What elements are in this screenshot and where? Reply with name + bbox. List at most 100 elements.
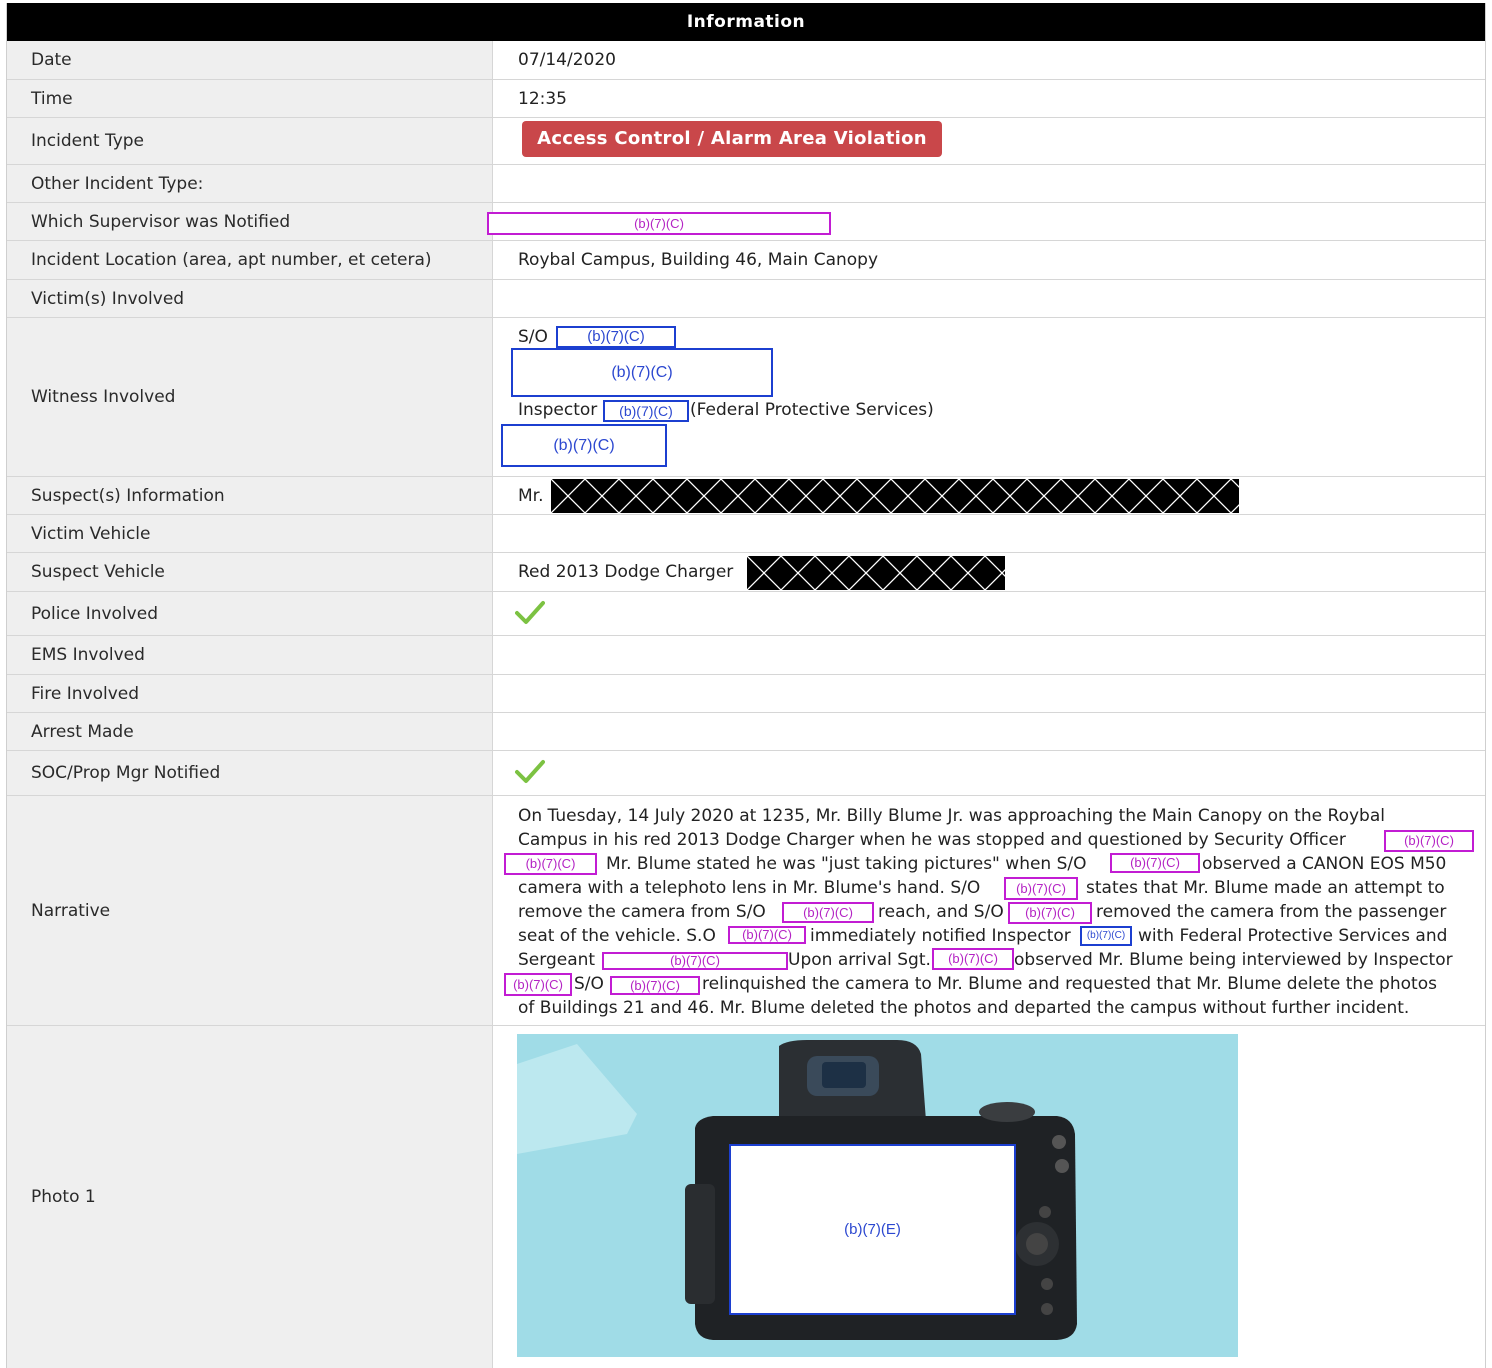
supervisor-label: Which Supervisor was Notified xyxy=(7,203,493,240)
row-suspect-vehicle: Suspect Vehicle Red 2013 Dodge Charger xyxy=(7,553,1485,592)
location-value-cell: Roybal Campus, Building 46, Main Canopy xyxy=(493,241,1485,279)
information-table: Information Date 07/14/2020 Time 12:35 I… xyxy=(6,3,1486,1368)
narrative-line-3a: Mr. Blume stated he was "just taking pic… xyxy=(606,854,1087,874)
narrative-line-7c: observed Mr. Blume being interviewed by … xyxy=(1014,950,1453,970)
victim-vehicle-label: Victim Vehicle xyxy=(7,515,493,552)
narrative-redaction: (b)(7)(C) xyxy=(504,973,572,996)
fire-value xyxy=(493,675,1485,712)
other-incident-type-value xyxy=(493,165,1485,202)
row-victim-vehicle: Victim Vehicle xyxy=(7,515,1485,553)
narrative-label: Narrative xyxy=(7,796,493,1025)
narrative-redaction: (b)(7)(C) xyxy=(1110,853,1200,873)
witness-value-cell: S/O (b)(7)(C) (b)(7)(C) Inspector (b)(7)… xyxy=(493,318,1485,476)
police-check-icon xyxy=(515,601,545,624)
narrative-line-7b: Upon arrival Sgt. xyxy=(788,950,931,970)
arrest-label: Arrest Made xyxy=(7,713,493,750)
suspect-vehicle-label: Suspect Vehicle xyxy=(7,553,493,591)
suspect-name-redaction xyxy=(551,479,1239,513)
narrative-redaction: (b)(7)(C) xyxy=(1008,902,1092,924)
suspect-info-label: Suspect(s) Information xyxy=(7,477,493,514)
supervisor-value-cell: (b)(7)(C) xyxy=(487,203,1485,240)
witness-label: Witness Involved xyxy=(7,318,493,476)
row-narrative: Narrative On Tuesday, 14 July 2020 at 12… xyxy=(7,796,1485,1026)
narrative-line-8b: relinquished the camera to Mr. Blume and… xyxy=(702,974,1437,994)
narrative-line-4b: states that Mr. Blume made an attempt to xyxy=(1086,878,1445,898)
narrative-redaction: (b)(7)(C) xyxy=(932,948,1014,970)
narrative-line-9: of Buildings 21 and 46. Mr. Blume delete… xyxy=(518,998,1410,1018)
narrative-redaction: (b)(7)(C) xyxy=(728,926,806,944)
narrative-line-4a: camera with a telephoto lens in Mr. Blum… xyxy=(518,878,981,898)
row-supervisor: Which Supervisor was Notified (b)(7)(C) xyxy=(7,203,1485,241)
victim-vehicle-value xyxy=(493,515,1485,552)
photo-label: Photo 1 xyxy=(7,1026,493,1368)
photo-screen-redaction: (b)(7)(E) xyxy=(729,1144,1016,1315)
narrative-line-6a: seat of the vehicle. S.O xyxy=(518,926,716,946)
police-value-cell xyxy=(493,592,1485,635)
row-ems: EMS Involved xyxy=(7,636,1485,675)
narrative-line-8a: S/O xyxy=(574,974,604,994)
narrative-line-6b: immediately notified Inspector xyxy=(810,926,1071,946)
victims-label: Victim(s) Involved xyxy=(7,280,493,317)
witness-so-prefix: S/O xyxy=(518,327,548,347)
ems-value xyxy=(493,636,1485,674)
location-label: Incident Location (area, apt number, et … xyxy=(7,241,493,279)
row-witness: Witness Involved S/O (b)(7)(C) (b)(7)(C)… xyxy=(7,318,1485,477)
row-other-incident-type: Other Incident Type: xyxy=(7,165,1485,203)
row-suspect-info: Suspect(s) Information Mr. xyxy=(7,477,1485,515)
row-victims: Victim(s) Involved xyxy=(7,280,1485,318)
row-soc: SOC/Prop Mgr Notified xyxy=(7,751,1485,796)
other-incident-type-label: Other Incident Type: xyxy=(7,165,493,202)
row-arrest: Arrest Made xyxy=(7,713,1485,751)
narrative-redaction: (b)(7)(C) xyxy=(602,952,788,970)
ems-label: EMS Involved xyxy=(7,636,493,674)
row-police: Police Involved xyxy=(7,592,1485,636)
suspect-plate-redaction xyxy=(747,556,1005,590)
narrative-redaction: (b)(7)(C) xyxy=(1004,877,1078,900)
narrative-redaction-blue: (b)(7)(C) xyxy=(1080,926,1132,946)
location-value: Roybal Campus, Building 46, Main Canopy xyxy=(518,250,879,270)
narrative-redaction: (b)(7)(C) xyxy=(782,902,874,923)
witness-inspector-prefix: Inspector xyxy=(518,400,598,420)
narrative-redaction: (b)(7)(C) xyxy=(610,976,700,995)
camera-photo: (b)(7)(E) xyxy=(517,1034,1238,1357)
narrative-line-2: Campus in his red 2013 Dodge Charger whe… xyxy=(518,830,1346,850)
time-label: Time xyxy=(7,80,493,117)
narrative-line-7a: Sergeant xyxy=(518,950,596,970)
narrative-line-1: On Tuesday, 14 July 2020 at 1235, Mr. Bi… xyxy=(518,806,1385,826)
narrative-line-5a: remove the camera from S/O xyxy=(518,902,766,922)
suspect-vehicle-value: Red 2013 Dodge Charger xyxy=(518,562,734,582)
row-time: Time 12:35 xyxy=(7,80,1485,118)
narrative-redaction: (b)(7)(C) xyxy=(1384,830,1474,852)
row-fire: Fire Involved xyxy=(7,675,1485,713)
suspect-vehicle-value-cell: Red 2013 Dodge Charger xyxy=(493,553,1485,591)
soc-check-icon xyxy=(515,760,545,783)
witness-redaction-4: (b)(7)(C) xyxy=(501,424,667,467)
incident-type-badge: Access Control / Alarm Area Violation xyxy=(522,121,942,157)
row-photo: Photo 1 (b)(7)(E) xyxy=(7,1026,1485,1368)
witness-redaction-3: (b)(7)(C) xyxy=(603,400,689,422)
row-location: Incident Location (area, apt number, et … xyxy=(7,241,1485,280)
victims-value xyxy=(493,280,1485,317)
witness-redaction-2: (b)(7)(C) xyxy=(511,348,773,397)
date-value: 07/14/2020 xyxy=(518,50,616,70)
soc-value-cell xyxy=(493,751,1485,795)
arrest-value xyxy=(493,713,1485,750)
narrative-value-cell: On Tuesday, 14 July 2020 at 1235, Mr. Bi… xyxy=(493,796,1485,1025)
photo-value-cell: (b)(7)(E) xyxy=(493,1026,1485,1368)
narrative-line-5c: removed the camera from the passenger xyxy=(1096,902,1447,922)
suspect-info-value: Mr. xyxy=(518,485,544,506)
incident-type-label: Incident Type xyxy=(7,118,493,164)
row-date: Date 07/14/2020 xyxy=(7,41,1485,80)
narrative-line-5b: reach, and S/O xyxy=(878,902,1004,922)
witness-redaction-1: (b)(7)(C) xyxy=(556,326,676,348)
narrative-redaction: (b)(7)(C) xyxy=(504,853,597,875)
witness-inspector-suffix: (Federal Protective Services) xyxy=(690,400,934,420)
row-incident-type: Incident Type Access Control / Alarm Are… xyxy=(7,118,1485,165)
soc-label: SOC/Prop Mgr Notified xyxy=(7,751,493,795)
suspect-info-value-cell: Mr. xyxy=(493,477,1485,514)
table-header: Information xyxy=(7,3,1485,41)
date-value-cell: 07/14/2020 xyxy=(493,41,1485,79)
date-label: Date xyxy=(7,41,493,79)
time-value-cell: 12:35 xyxy=(493,80,1485,117)
supervisor-redaction: (b)(7)(C) xyxy=(487,212,831,235)
